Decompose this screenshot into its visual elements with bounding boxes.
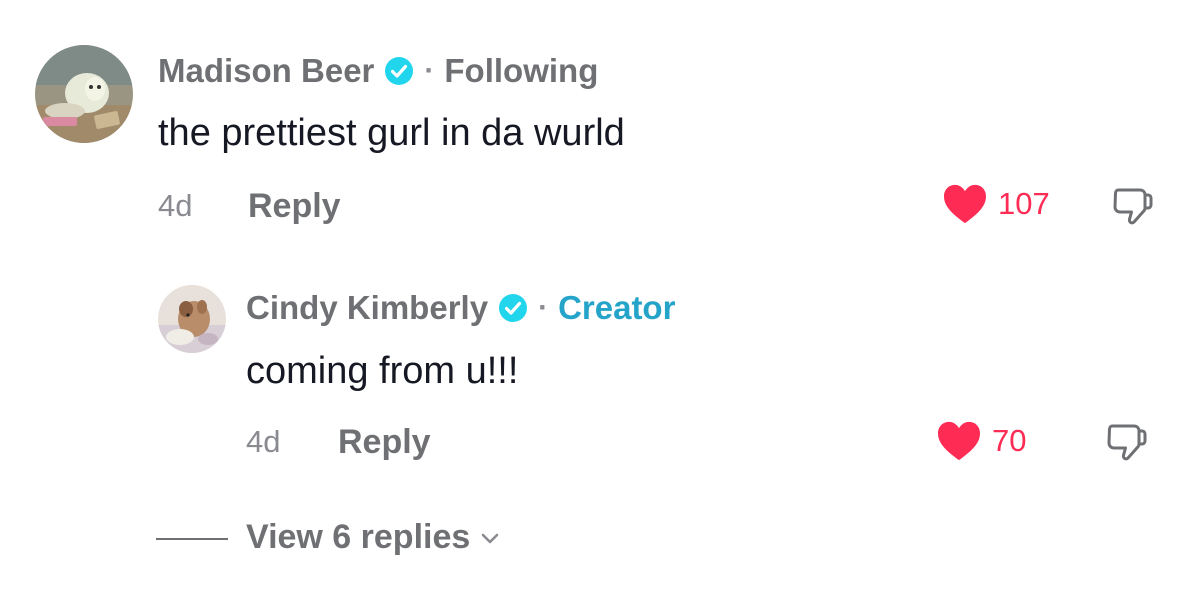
view-replies-label: View 6 replies — [246, 518, 471, 556]
replies-divider — [156, 538, 228, 540]
like-count: 107 — [998, 186, 1050, 221]
view-replies-button[interactable]: View 6 replies — [246, 518, 502, 557]
like-button[interactable]: 107 — [942, 183, 1050, 225]
reply-button[interactable]: Reply — [248, 187, 341, 226]
heart-icon — [936, 420, 982, 462]
thumbs-down-icon[interactable] — [1110, 184, 1154, 228]
avatar-image — [158, 285, 226, 353]
reply-button[interactable]: Reply — [338, 423, 431, 462]
reply-text: coming from u!!! — [246, 350, 519, 392]
separator-dot: · — [424, 54, 435, 87]
avatar-image — [35, 45, 133, 143]
reply-timestamp: 4d — [246, 424, 281, 459]
verified-badge-icon — [384, 56, 414, 86]
like-button[interactable]: 70 — [936, 420, 1026, 462]
following-label: Following — [444, 52, 599, 89]
avatar-cindy[interactable] — [158, 285, 226, 353]
comment-timestamp: 4d — [158, 188, 193, 223]
heart-icon — [942, 183, 988, 225]
thumbs-down-icon[interactable] — [1104, 420, 1148, 464]
comment-header: Madison Beer · Following — [158, 52, 598, 90]
reply-header: Cindy Kimberly · Creator — [246, 289, 675, 327]
username-cindy[interactable]: Cindy Kimberly — [246, 289, 488, 327]
avatar-madison[interactable] — [35, 45, 133, 143]
verified-badge-icon — [498, 293, 528, 323]
username-madison[interactable]: Madison Beer — [158, 52, 374, 90]
creator-label: Creator — [558, 289, 676, 326]
chevron-down-icon — [478, 526, 502, 550]
like-count: 70 — [992, 423, 1027, 458]
comment-text: the prettiest gurl in da wurld — [158, 112, 625, 154]
separator-dot: · — [538, 291, 549, 324]
